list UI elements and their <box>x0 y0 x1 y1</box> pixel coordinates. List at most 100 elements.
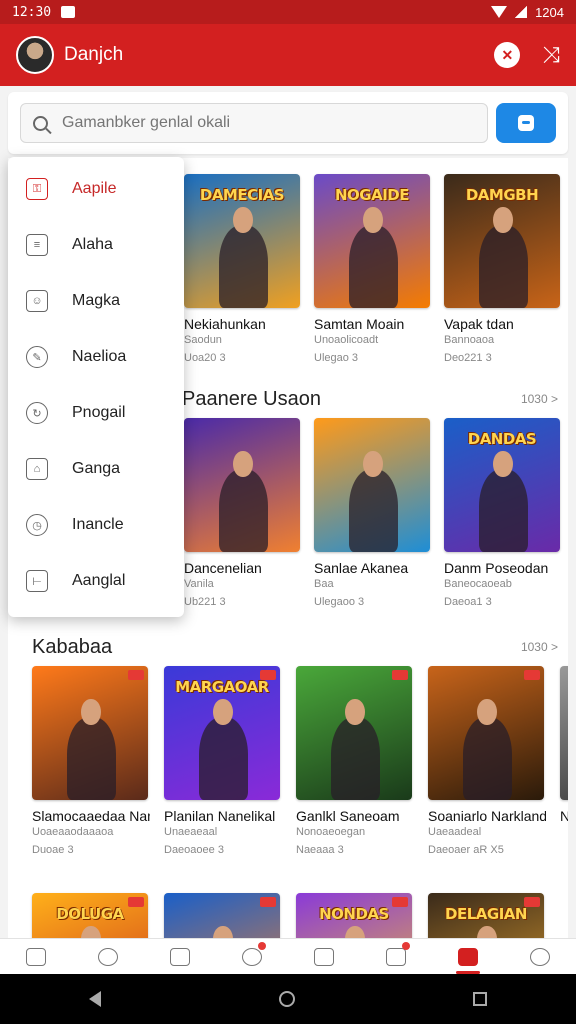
nav-play[interactable] <box>448 940 488 974</box>
game-card[interactable]: NOGAIDE Samtan Moain Unoaolicoadt Ulegao 3 <box>314 174 432 364</box>
avatar[interactable] <box>16 36 54 74</box>
game-logo: MARGAOAR <box>175 678 269 696</box>
status-right: 1204 <box>491 5 564 20</box>
search-button[interactable] <box>496 103 556 143</box>
game-thumbnail <box>164 893 280 938</box>
menu-item[interactable]: ⊢ Aanglal <box>8 553 184 609</box>
game-sub: Unoaolicoadt <box>314 334 379 346</box>
character-art <box>66 698 116 800</box>
shuffle-icon[interactable]: ⤨ <box>542 42 560 68</box>
game-meta: Ulegao 3 <box>314 352 359 364</box>
corner-badge <box>392 670 408 680</box>
game-meta: Daeoaoee 3 <box>164 844 224 856</box>
character-art <box>198 698 248 800</box>
status-bar: 12:30 1204 <box>0 0 576 24</box>
menu-item-label: Inancle <box>72 516 124 533</box>
game-thumbnail <box>32 666 148 800</box>
game-thumbnail: DOLUGA <box>32 893 148 938</box>
game-thumbnail: DAMECIAS <box>184 174 300 308</box>
game-card[interactable]: Soaniarlo Narkland Uaeaadeal Daeoaer aR X5 <box>428 666 546 856</box>
lock-icon: ⚿ <box>26 178 48 200</box>
game-card[interactable]: DOLUGA <box>32 893 150 938</box>
game-sub: Unaeaeaal <box>164 826 218 838</box>
home-circle-icon[interactable] <box>279 991 295 1007</box>
game-name: Ganlkl Saneoam <box>296 808 400 824</box>
calendar-icon: ⊢ <box>26 570 48 592</box>
character-art <box>218 450 268 552</box>
game-sub: Saodun <box>184 334 222 346</box>
game-sub: Uaeaadeal <box>428 826 482 838</box>
search-input[interactable] <box>62 114 442 132</box>
nav-search[interactable] <box>88 940 128 974</box>
nav-profile[interactable] <box>520 940 560 974</box>
menu-item-label: Ganga <box>72 460 121 477</box>
game-sub: Uoaeaaodaaaoa <box>32 826 114 838</box>
game-logo: NOGAIDE <box>334 186 410 204</box>
gift-icon[interactable]: ✕ <box>494 42 521 68</box>
page-title: Danjch <box>64 44 124 65</box>
menu-item[interactable]: ⌂ Ganga <box>8 441 184 497</box>
back-icon[interactable] <box>89 991 101 1007</box>
pen-icon: ✎ <box>26 346 48 368</box>
search-bar <box>8 92 568 154</box>
menu-item[interactable]: ≡ Alaha <box>8 217 184 273</box>
game-name: Slamocaaedaa Nandlanaa <box>32 808 150 824</box>
game-card[interactable] <box>164 893 282 938</box>
wifi-icon <box>491 6 508 18</box>
character-art <box>348 450 398 552</box>
category-menu: ⚿ Aapile ≡ Alaha ☺ Magka ✎ Naelioa ↻ Pnogail ⌂ Gang… <box>8 157 184 617</box>
search-icon <box>98 947 118 966</box>
circle-arrow-icon: ↻ <box>26 402 48 424</box>
chat-icon <box>242 947 262 966</box>
game-name: Nekiahunkan <box>184 316 266 332</box>
game-card[interactable]: MARGAOAR Planilan Nanelikal Unaeaeaal Daeoa… <box>164 666 282 856</box>
game-card[interactable]: Ganlkl Saneoam Nonoaeoegan Naeaaa 3 <box>296 666 414 856</box>
see-more-link[interactable]: 1030 > <box>521 640 558 654</box>
game-sub: Baa <box>314 578 334 590</box>
menu-item[interactable]: ☺ Magka <box>8 273 184 329</box>
game-name: Soaniarlo Narkland <box>428 808 546 824</box>
game-card[interactable]: N <box>560 666 568 824</box>
game-sub: Nonoaeoegan <box>296 826 366 838</box>
game-logo: DAMECIAS <box>199 186 285 204</box>
nav-home[interactable] <box>16 940 56 974</box>
nav-chat[interactable] <box>232 940 272 974</box>
status-time: 12:30 <box>12 4 52 20</box>
profile-icon <box>530 947 550 966</box>
game-card[interactable]: Dancenelian Vanila Ub221 3 <box>184 418 302 608</box>
recents-icon[interactable] <box>473 992 487 1006</box>
game-card[interactable]: Sanlae Akanea Baa Ulegaoo 3 <box>314 418 432 608</box>
menu-item[interactable]: ◷ Inancle <box>8 497 184 553</box>
app-header: Danjch ✕ ⤨ <box>0 24 576 86</box>
corner-badge <box>524 897 540 907</box>
store-icon: ⌂ <box>26 458 48 480</box>
menu-item[interactable]: ⚿ Aapile <box>8 161 184 217</box>
menu-item[interactable]: ↻ Pnogail <box>8 385 184 441</box>
game-sub: Baneocaoeab <box>444 578 512 590</box>
home-icon <box>26 947 46 966</box>
nav-inbox[interactable] <box>376 940 416 974</box>
list-icon: ≡ <box>26 234 48 256</box>
corner-badge <box>524 670 540 680</box>
game-card[interactable]: Slamocaaedaa Nandlanaa Uoaeaaodaaaoa Duoae… <box>32 666 150 856</box>
menu-item-label: Aanglal <box>72 572 126 589</box>
see-more-link[interactable]: 1030 > <box>521 392 558 406</box>
game-card[interactable]: DAMGBH Vapak tdan Bannoaoa Deo221 3 <box>444 174 562 364</box>
nav-games[interactable] <box>304 940 344 974</box>
game-card[interactable]: DELAGIAN <box>428 893 546 938</box>
game-meta: Naeaaa 3 <box>296 844 344 856</box>
notification-icon <box>61 6 76 18</box>
game-card[interactable]: DANDAS Danm Poseodan Baneocaoeab Daeoa1 3 <box>444 418 562 608</box>
character-art <box>330 698 380 800</box>
menu-item-label: Magka <box>72 292 121 309</box>
game-card[interactable]: DAMECIAS Nekiahunkan Saodun Uoa20 3 <box>184 174 302 364</box>
game-meta: Uoa20 3 <box>184 352 226 364</box>
notification-dot <box>258 941 266 950</box>
game-card[interactable]: NONDAS <box>296 893 414 938</box>
character-art <box>348 206 398 308</box>
search-icon <box>33 115 48 131</box>
nav-store[interactable] <box>160 940 200 974</box>
menu-item[interactable]: ✎ Naelioa <box>8 329 184 385</box>
game-thumbnail <box>296 666 412 800</box>
section-title: Kababaa <box>32 636 113 658</box>
